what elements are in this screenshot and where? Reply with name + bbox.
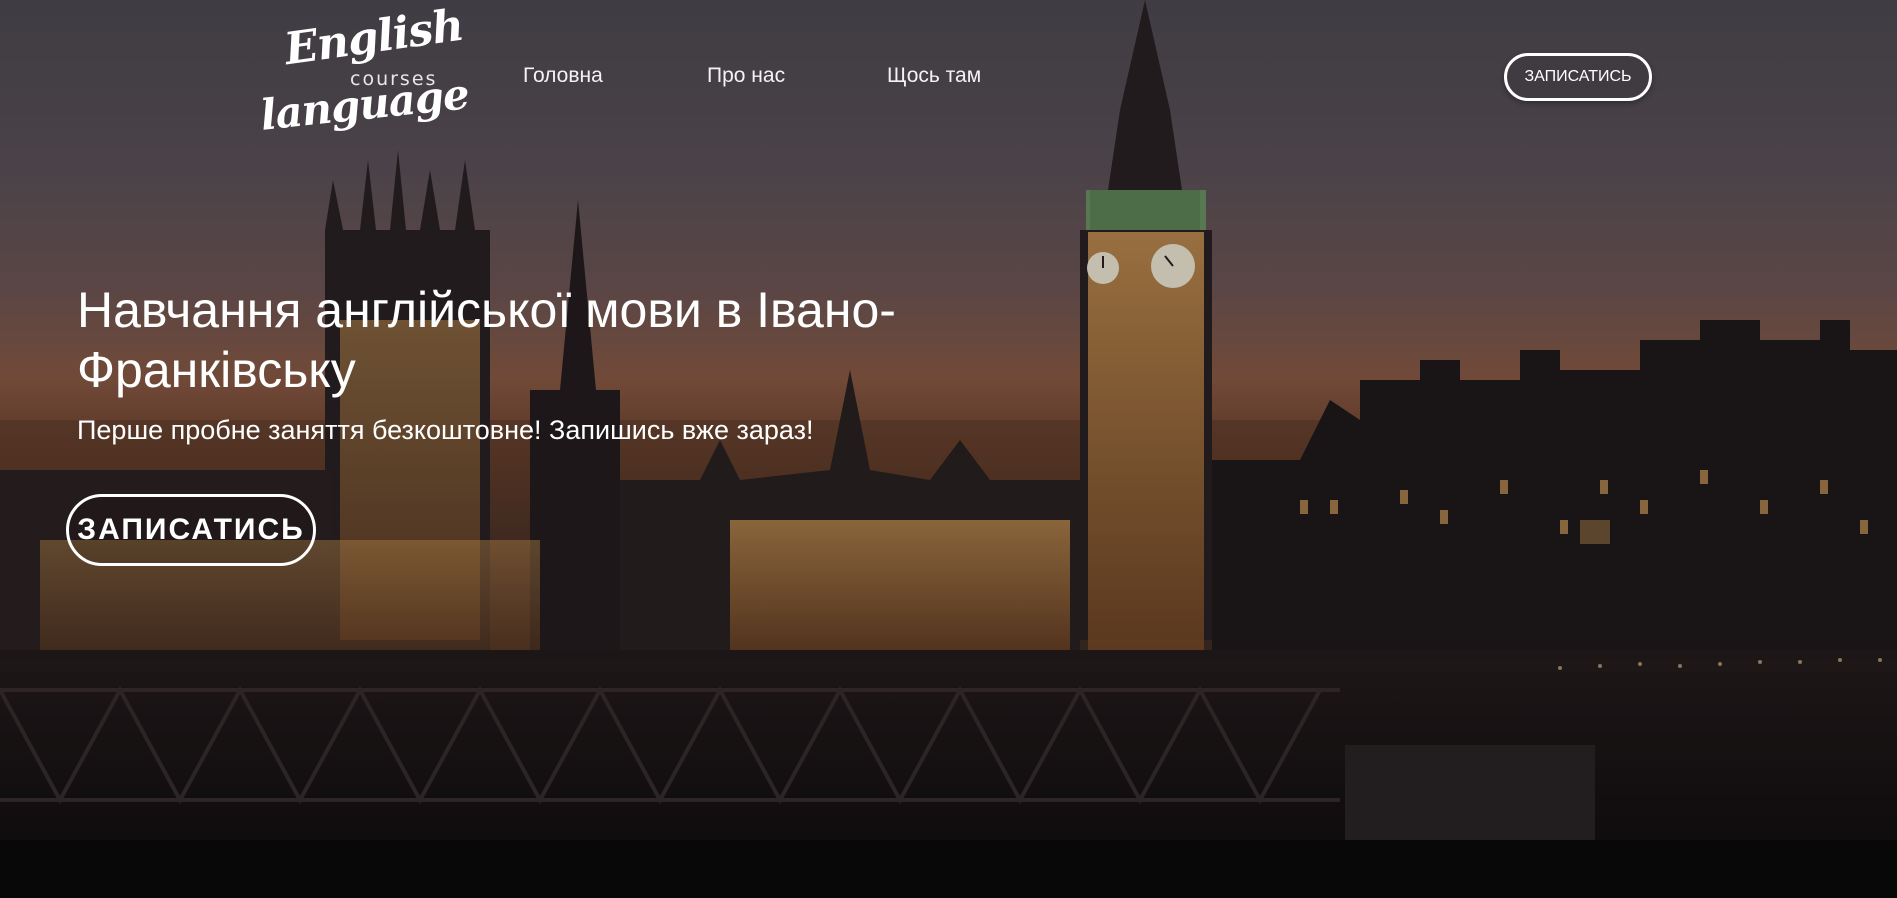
header-signup-button[interactable]: ЗАПИСАТИСЬ (1504, 53, 1652, 101)
logo[interactable]: English courses language (258, 0, 471, 142)
nav-item-about[interactable]: Про нас (707, 64, 785, 88)
nav-item-other[interactable]: Щось там (887, 64, 981, 88)
hero-subtitle: Перше пробне заняття безкоштовне! Запиши… (77, 415, 814, 445)
logo-word-english: English (281, 0, 467, 76)
logo-word-language: language (258, 69, 471, 140)
hero-section: English courses language Головна Про нас… (0, 0, 1897, 898)
hero-title: Навчання англійської мови в Івано-Франкі… (77, 282, 896, 398)
nav-item-home[interactable]: Головна (523, 64, 603, 88)
hero-signup-button[interactable]: ЗАПИСАТИСЬ (66, 494, 316, 566)
